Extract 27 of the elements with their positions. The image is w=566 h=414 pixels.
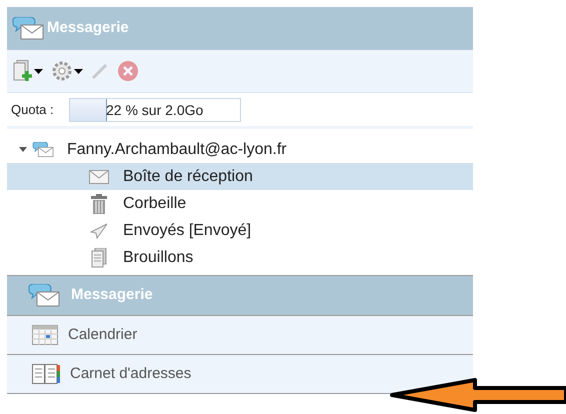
calendar-icon	[32, 325, 58, 345]
panel-title: Messagerie	[47, 18, 129, 38]
toolbar-button[interactable]	[50, 59, 84, 83]
nav-item[interactable]: Carnet d'adresses	[7, 355, 473, 394]
quota-label: Quota :	[11, 100, 54, 119]
caret-icon	[34, 68, 43, 74]
mail-icon	[11, 16, 45, 40]
paper-plane-icon	[90, 222, 108, 238]
nav-item[interactable]: Calendrier	[7, 316, 473, 355]
toolbar-button[interactable]	[12, 59, 44, 83]
trash-icon	[91, 194, 107, 214]
address-book-icon	[32, 364, 60, 384]
document-stack-icon	[91, 248, 107, 268]
delete-icon	[117, 60, 139, 82]
mail-icon	[27, 284, 61, 308]
mail-icon	[31, 142, 55, 158]
caret-icon	[74, 68, 83, 74]
folder-item[interactable]: Envoyés [Envoyé]	[7, 217, 473, 244]
folder-item[interactable]: Boîte de réception	[7, 163, 473, 190]
folder-item[interactable]: Brouillons	[7, 244, 473, 271]
pencil-icon	[91, 62, 109, 80]
new-document-icon	[13, 60, 33, 82]
folder-item[interactable]: Corbeille	[7, 190, 473, 217]
settings-icon	[51, 60, 73, 82]
expand-arrow-icon[interactable]	[19, 146, 27, 154]
account-name[interactable]: Fanny.Archambault@ac-lyon.fr	[67, 138, 287, 162]
envelope-icon	[89, 170, 109, 184]
